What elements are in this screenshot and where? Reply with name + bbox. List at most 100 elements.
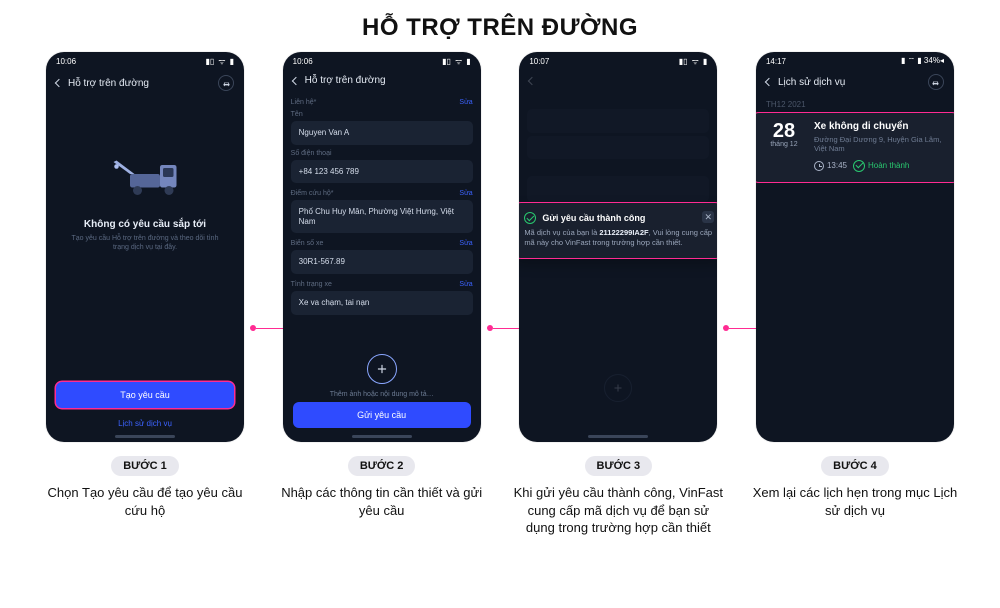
step-col-2: 10:06 ▮▯ ᯤ ▮ Hỗ trợ trên đường Liên hệ* Sửa… [283, 52, 481, 519]
card-time: 13:45 [814, 161, 847, 171]
card-month: tháng 12 [762, 141, 806, 148]
step-badge: BƯỚC 4 [821, 456, 889, 476]
app-header: Hỗ trợ trên đường [283, 67, 481, 92]
edit-link[interactable]: Sửa [459, 190, 472, 197]
empty-state: Không có yêu cầu sắp tới Tạo yêu cầu Hỗ … [46, 97, 244, 252]
step-badge: BƯỚC 1 [111, 456, 179, 476]
top-action-button[interactable] [218, 75, 234, 91]
steps-grid: 10:06 ▮▯ ᯤ ▮ Hỗ trợ trên đường [0, 42, 1000, 537]
home-indicator [115, 435, 175, 438]
check-icon [853, 160, 865, 172]
back-icon[interactable] [765, 78, 773, 86]
signal-icon: ▮▯ [205, 57, 214, 66]
phone-label: Số điện thoại [291, 150, 473, 157]
section-contact: Liên hệ* Sửa [291, 99, 473, 106]
condition-field[interactable]: Xe va chạm, tai nạn [291, 291, 473, 315]
history-card[interactable]: 28 tháng 12 Xe không di chuyển Đường Đại… [756, 112, 954, 183]
card-meta: 13:45 Hoàn thành [814, 160, 949, 172]
toast-close-button[interactable]: ✕ [702, 211, 714, 223]
card-status: Hoàn thành [853, 160, 909, 172]
home-indicator [588, 435, 648, 438]
history-link[interactable]: Lịch sử dịch vụ [46, 419, 244, 428]
wifi-icon: ᯤ [692, 57, 699, 66]
clock-icon [814, 161, 824, 171]
status-bar: 10:07 ▮▯ᯤ▮ [519, 52, 717, 67]
step-description: Khi gửi yêu cầu thành công, VinFast cung… [513, 484, 723, 537]
status-right: ▮ ⌔ ▮ 34%◂ [901, 56, 944, 66]
edit-link[interactable]: Sửa [459, 281, 472, 288]
back-icon[interactable] [291, 76, 299, 84]
status-time: 10:07 [529, 57, 549, 66]
toast-title: Gửi yêu cầu thành công [524, 212, 712, 224]
card-main: Xe không di chuyển Đường Đại Dương 9, Hu… [814, 121, 949, 172]
phone-screen-2: 10:06 ▮▯ ᯤ ▮ Hỗ trợ trên đường Liên hệ* Sửa… [283, 52, 481, 442]
app-header-dimmed [519, 67, 717, 92]
app-header: Lịch sử dịch vụ [756, 66, 954, 96]
plus-icon [375, 362, 389, 376]
empty-subtitle: Tạo yêu cầu Hỗ trợ trên đường và theo dõ… [70, 234, 220, 252]
section-condition: Tình trạng xeSửa [291, 281, 473, 288]
status-time: 14:17 [766, 57, 786, 66]
car-icon [222, 79, 231, 88]
card-date: 28 tháng 12 [762, 121, 806, 172]
step-description: Xem lại các lịch hẹn trong mục Lịch sử d… [750, 484, 960, 519]
battery-icon: ▮ [230, 57, 234, 66]
status-bar: 14:17 ▮ ⌔ ▮ 34%◂ [756, 52, 954, 66]
status-time: 10:06 [293, 57, 313, 66]
wifi-icon: ᯤ [218, 57, 225, 66]
toast-title-text: Gửi yêu cầu thành công [542, 213, 645, 223]
empty-title: Không có yêu cầu sắp tới [84, 219, 206, 230]
check-icon [524, 212, 536, 224]
page-root: HỖ TRỢ TRÊN ĐƯỜNG 10:06 ▮▯ ᯤ ▮ Hỗ trợ trên… [0, 0, 1000, 608]
status-right: ▮▯ ᯤ ▮ [438, 56, 471, 67]
signal-icon: ▮▯ [442, 57, 451, 66]
step-badge: BƯỚC 3 [585, 456, 653, 476]
wifi-icon: ᯤ [455, 57, 462, 66]
add-attachment-button[interactable] [367, 354, 397, 384]
status-time: 10:06 [56, 57, 76, 66]
step-col-3: 10:07 ▮▯ᯤ▮ ✕ [519, 52, 717, 537]
car-icon [931, 78, 940, 87]
success-toast: ✕ Gửi yêu cầu thành công Mã dịch vụ của … [519, 202, 717, 259]
submit-request-button[interactable]: Gửi yêu cầu [293, 402, 471, 428]
page-title: HỖ TRỢ TRÊN ĐƯỜNG [0, 0, 1000, 42]
top-action-button[interactable] [928, 74, 944, 90]
tow-truck-icon [100, 147, 190, 207]
name-label: Tên [291, 111, 473, 118]
section-label: Biển số xe [291, 240, 324, 247]
toast-body: Mã dịch vụ của bạn là 21122299IA2F, Vui … [524, 228, 712, 248]
request-form: Liên hệ* Sửa Tên Nguyen Van A Số điện tho… [283, 99, 481, 315]
header-title: Hỗ trợ trên đường [68, 78, 149, 89]
name-field[interactable]: Nguyen Van A [291, 121, 473, 145]
phone-field[interactable]: +84 123 456 789 [291, 160, 473, 184]
add-button-dimmed [604, 374, 632, 402]
card-title: Xe không di chuyển [814, 121, 949, 132]
step-description: Chọn Tạo yêu cầu để tạo yêu cầu cứu hộ [40, 484, 250, 519]
phone-screen-1: 10:06 ▮▯ ᯤ ▮ Hỗ trợ trên đường [46, 52, 244, 442]
create-request-button[interactable]: Tạo yêu cầu [56, 382, 234, 408]
battery-icon: ▮ [703, 57, 707, 66]
add-attachment-label: Thêm ảnh hoặc nội dung mô tả… [283, 391, 481, 398]
month-header: TH12 2021 [756, 96, 954, 109]
phone-screen-3: 10:07 ▮▯ᯤ▮ ✕ [519, 52, 717, 442]
section-label: Điểm cứu hộ* [291, 190, 334, 197]
status-right: ▮▯ ᯤ ▮ [201, 56, 234, 67]
header-title: Lịch sử dịch vụ [778, 77, 845, 88]
step-col-4: 14:17 ▮ ⌔ ▮ 34%◂ Lịch sử dịch vụ TH12 20… [756, 52, 954, 519]
battery-icon: ▮ [466, 57, 470, 66]
section-label: Liên hệ* [291, 99, 317, 106]
back-icon [528, 76, 536, 84]
header-title: Hỗ trợ trên đường [305, 75, 386, 86]
step-col-1: 10:06 ▮▯ ᯤ ▮ Hỗ trợ trên đường [46, 52, 244, 519]
edit-link[interactable]: Sửa [459, 99, 472, 106]
home-indicator [352, 435, 412, 438]
step-badge: BƯỚC 2 [348, 456, 416, 476]
status-right: ▮▯ᯤ▮ [675, 56, 708, 67]
back-icon[interactable] [55, 79, 63, 87]
card-day: 28 [762, 121, 806, 141]
plus-icon [612, 382, 624, 394]
status-bar: 10:06 ▮▯ ᯤ ▮ [283, 52, 481, 67]
plate-field[interactable]: 30R1-567.89 [291, 250, 473, 274]
location-field[interactable]: Phố Chu Huy Mân, Phường Việt Hưng, Việt … [291, 200, 473, 233]
edit-link[interactable]: Sửa [459, 240, 472, 247]
